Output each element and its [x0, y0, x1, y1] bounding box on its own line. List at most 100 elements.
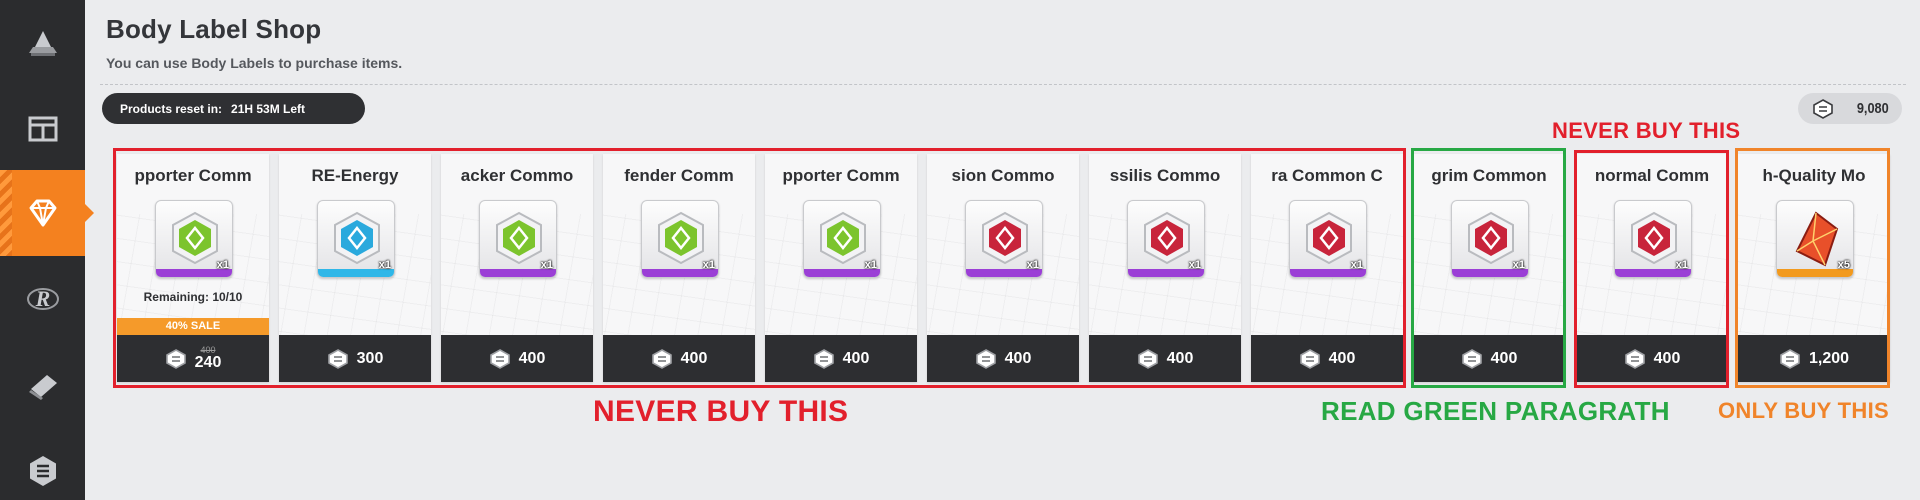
header-divider — [100, 84, 1906, 85]
price-button[interactable]: 400 — [603, 335, 755, 382]
item-quantity: x1 — [1350, 259, 1363, 271]
item-icon-tile: x1 — [803, 200, 881, 278]
item-quantity: x1 — [1512, 259, 1525, 271]
price-button[interactable]: 400 — [441, 335, 593, 382]
body-label-currency-icon — [327, 348, 348, 369]
product-card[interactable]: pporter Comm x1 Remaining: 10/10 40% SALE 40… — [117, 154, 269, 382]
item-quantity: x1 — [216, 259, 229, 271]
body-label-currency-icon — [1813, 98, 1833, 119]
item-icon-tile: x1 — [479, 200, 557, 278]
svg-text:R: R — [34, 286, 50, 311]
price: 400 — [1328, 349, 1356, 367]
price: 400 — [842, 349, 870, 367]
body-label-emblem-icon — [1468, 211, 1514, 265]
product-card[interactable]: sion Commo x1 400 — [927, 154, 1079, 382]
body-label-currency-icon — [1299, 348, 1320, 369]
price: 400 — [680, 349, 708, 367]
reset-timer-pill: Products reset in: 21H 53M Left — [102, 93, 365, 124]
product-card[interactable]: normal Comm x1 400 — [1576, 154, 1728, 382]
item-quantity: x1 — [1188, 259, 1201, 271]
product-card[interactable]: ra Common C x1 400 — [1251, 154, 1403, 382]
item-quantity: x1 — [540, 259, 553, 271]
sidebar-item-store[interactable] — [0, 86, 85, 172]
store-layout-icon — [28, 116, 57, 142]
body-label-currency-icon — [1780, 348, 1800, 369]
anvil-icon — [28, 31, 57, 56]
gem-crystal-icon — [1795, 211, 1839, 267]
item-icon-tile: x1 — [641, 200, 719, 278]
price-button[interactable]: 400 — [1576, 335, 1728, 382]
body-label-currency-icon — [489, 348, 510, 369]
price-button[interactable]: 300 — [279, 335, 431, 382]
price-button[interactable]: 400 — [1413, 335, 1565, 382]
product-card[interactable]: h-Quality Mo x5 1,200 — [1738, 154, 1890, 382]
price-button[interactable]: 400 — [927, 335, 1079, 382]
product-card[interactable]: ssilis Commo x1 400 — [1089, 154, 1241, 382]
currency-amount: 9,080 — [1857, 100, 1890, 117]
product-card[interactable]: grim Common x1 400 — [1413, 154, 1565, 382]
body-label-emblem-icon — [172, 211, 218, 265]
body-label-emblem-icon — [334, 211, 380, 265]
hexagon-emblem-icon — [29, 456, 56, 486]
product-card[interactable]: pporter Comm x1 400 — [765, 154, 917, 382]
price-button[interactable]: 400 — [1251, 335, 1403, 382]
product-name: acker Commo — [460, 166, 574, 185]
price: 400 — [518, 349, 546, 367]
body-label-currency-icon — [1624, 348, 1645, 369]
price: 240 — [194, 354, 222, 371]
purchase-remaining: Remaining: 10/10 — [143, 290, 243, 304]
body-label-currency-icon — [651, 348, 672, 369]
sidebar-item-r[interactable]: R — [0, 256, 85, 342]
price: 400 — [1490, 349, 1518, 367]
sidebar-item-body-label-shop[interactable] — [0, 170, 94, 256]
item-icon-tile: x1 — [155, 200, 233, 278]
body-label-currency-icon — [813, 348, 834, 369]
body-label-currency-icon — [975, 348, 996, 369]
item-icon-tile: x1 — [1127, 200, 1205, 278]
product-name: sion Commo — [951, 166, 1055, 185]
body-label-currency-icon — [165, 348, 186, 369]
product-name: ra Common C — [1271, 166, 1383, 185]
product-name: h-Quality Mo — [1762, 166, 1866, 185]
price: 400 — [1004, 349, 1032, 367]
reset-label: Products reset in: — [120, 101, 223, 116]
body-label-emblem-icon — [982, 211, 1028, 265]
product-name: ssilis Commo — [1109, 166, 1221, 185]
body-label-emblem-icon — [1144, 211, 1190, 265]
product-card[interactable]: fender Comm x1 400 — [603, 154, 755, 382]
sidebar-item-emblem[interactable] — [0, 428, 85, 500]
page-subtitle: You can use Body Labels to purchase item… — [106, 55, 403, 71]
sidebar-item-cards[interactable] — [0, 342, 85, 428]
sale-banner: 40% SALE — [117, 318, 269, 335]
item-quantity: x1 — [702, 259, 715, 271]
price: 400 — [1166, 349, 1194, 367]
product-name: fender Comm — [624, 166, 734, 185]
body-label-currency-icon — [1461, 348, 1482, 369]
body-label-emblem-icon — [820, 211, 866, 265]
product-name: grim Common — [1431, 166, 1547, 185]
reset-time: 21H 53M Left — [231, 101, 306, 116]
sidebar-item-forge[interactable] — [0, 0, 85, 86]
item-quantity: x1 — [378, 259, 391, 271]
body-label-currency-icon — [1137, 348, 1158, 369]
product-card[interactable]: RE-Energy x1 300 — [279, 154, 431, 382]
price-button[interactable]: 400 240 — [117, 335, 269, 382]
product-card[interactable]: acker Commo x1 400 — [441, 154, 593, 382]
product-name: pporter Comm — [134, 166, 252, 185]
product-name: RE-Energy — [311, 166, 399, 185]
item-icon-tile: x1 — [1451, 200, 1529, 278]
card-stack-icon — [28, 375, 57, 400]
diamond-icon — [29, 199, 56, 227]
price-button[interactable]: 400 — [765, 335, 917, 382]
price-button[interactable]: 1,200 — [1738, 335, 1890, 382]
body-label-emblem-icon — [496, 211, 542, 265]
price: 300 — [356, 349, 384, 367]
currency-balance: 9,080 — [1798, 93, 1902, 124]
item-icon-tile: x1 — [965, 200, 1043, 278]
page-title: Body Label Shop — [106, 14, 322, 44]
price-button[interactable]: 400 — [1089, 335, 1241, 382]
item-icon-tile: x1 — [1614, 200, 1692, 278]
item-quantity: x1 — [1675, 259, 1688, 271]
item-quantity: x1 — [864, 259, 877, 271]
annotation-only-buy: ONLY BUY THIS — [1718, 398, 1889, 423]
